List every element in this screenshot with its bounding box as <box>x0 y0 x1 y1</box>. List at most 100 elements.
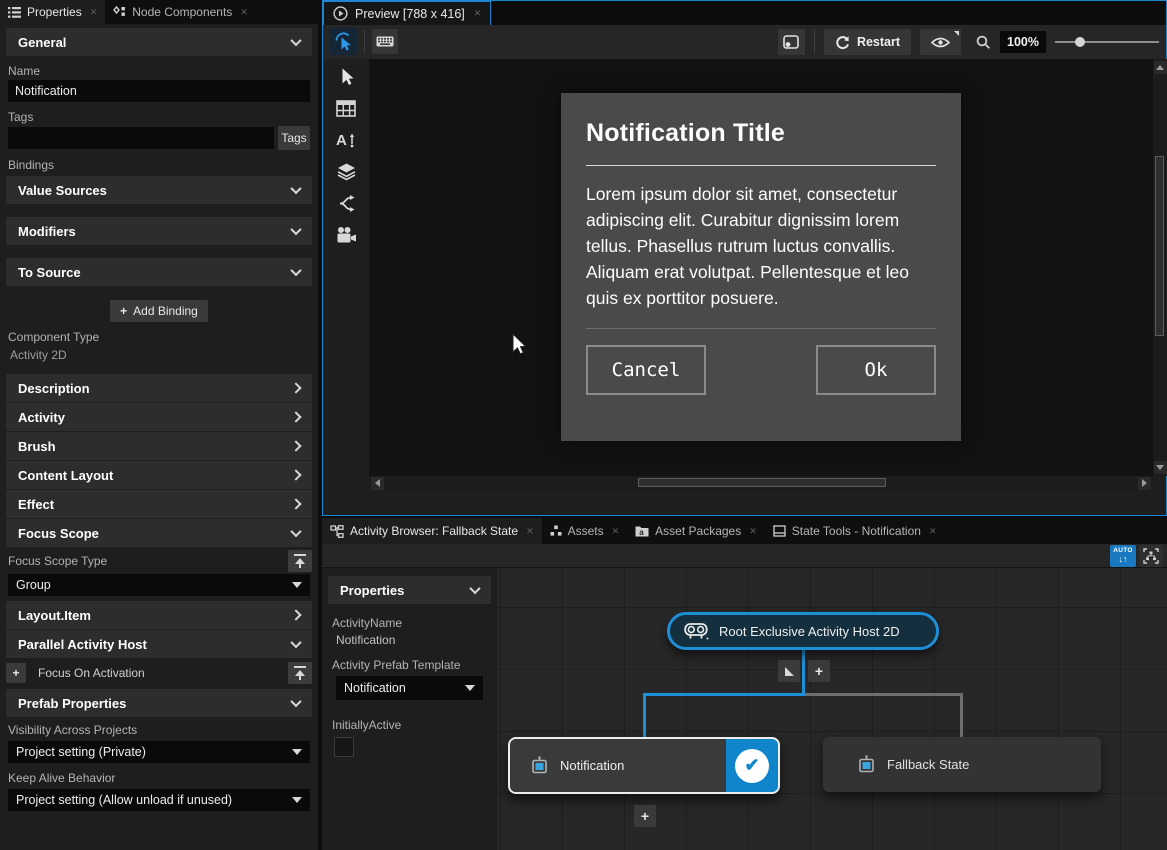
tab-activity-browser[interactable]: Activity Browser: Fallback State ✕ <box>322 518 542 544</box>
present-on-screen-button[interactable] <box>778 29 805 55</box>
activity-host-icon <box>684 622 710 641</box>
layers-tool-button[interactable] <box>336 162 357 181</box>
properties-panel: Properties ✕ Node Components ✕ General N… <box>0 0 318 850</box>
camera-icon <box>336 226 357 244</box>
keep-alive-dropdown[interactable]: Project setting (Allow unload if unused) <box>8 789 310 811</box>
section-content-layout[interactable]: Content Layout <box>6 461 312 489</box>
scroll-up-button[interactable] <box>1154 61 1167 74</box>
auto-arrange-button[interactable]: AUTO ↓↑ <box>1110 545 1136 567</box>
initially-active-checkbox[interactable] <box>334 737 354 757</box>
preview-panel: Preview [788 x 416] ✕ Restart <box>322 0 1167 516</box>
node-notification[interactable]: Notification ✔ <box>508 737 780 794</box>
section-general[interactable]: General <box>6 28 312 56</box>
vertical-scroll-thumb[interactable] <box>1155 156 1164 336</box>
activity-node-icon <box>530 756 549 775</box>
close-icon[interactable]: ✕ <box>240 7 248 18</box>
content-layout-label: Content Layout <box>18 468 113 483</box>
edge-to-fallback <box>805 693 963 696</box>
focus-scope-type-dropdown[interactable]: Group <box>8 574 310 596</box>
select-tool-button[interactable] <box>336 67 356 87</box>
grid-icon <box>336 100 356 117</box>
close-icon[interactable]: ✕ <box>749 526 757 537</box>
collapse-children-button[interactable] <box>778 660 800 682</box>
tab-asset-packages[interactable]: a Asset Packages ✕ <box>627 518 765 544</box>
layers-icon <box>336 162 357 181</box>
dialog-title-divider <box>586 165 936 166</box>
tab-assets[interactable]: Assets ✕ <box>542 518 628 544</box>
close-icon[interactable]: ✕ <box>474 8 482 19</box>
add-child-activity-button[interactable]: + <box>808 660 830 682</box>
chevron-right-icon <box>290 440 301 451</box>
prefab-template-dropdown[interactable]: Notification <box>336 676 483 700</box>
focus-scope-type-value: Group <box>16 578 51 592</box>
upload-arrow-icon <box>294 666 306 680</box>
revert-to-default-button[interactable] <box>288 662 312 684</box>
close-icon[interactable]: ✕ <box>90 7 98 18</box>
tab-properties[interactable]: Properties ✕ <box>0 0 105 24</box>
section-layout-item[interactable]: Layout.Item <box>6 601 312 629</box>
section-parallel-activity-host[interactable]: Parallel Activity Host <box>6 630 312 658</box>
slider-thumb[interactable] <box>1075 37 1085 47</box>
activity-graph[interactable]: Root Exclusive Activity Host 2D + Notifi… <box>497 568 1167 850</box>
virtual-keyboard-button[interactable] <box>372 29 398 54</box>
vertical-scrollbar[interactable] <box>1153 59 1167 476</box>
fit-to-view-button[interactable] <box>1139 545 1163 567</box>
section-activity-properties[interactable]: Properties <box>328 576 491 604</box>
bindings-label: Bindings <box>8 158 310 172</box>
section-modifiers[interactable]: Modifiers <box>6 217 312 245</box>
section-brush[interactable]: Brush <box>6 432 312 460</box>
horizontal-scroll-thumb[interactable] <box>638 478 886 487</box>
scroll-down-button[interactable] <box>1154 461 1167 474</box>
add-focus-on-activation-button[interactable]: + <box>6 663 26 683</box>
close-icon[interactable]: ✕ <box>929 526 937 537</box>
close-icon[interactable]: ✕ <box>526 526 534 537</box>
visibility-options-button[interactable] <box>920 29 961 55</box>
visibility-dropdown[interactable]: Project setting (Private) <box>8 741 310 763</box>
section-activity[interactable]: Activity <box>6 403 312 431</box>
scroll-left-button[interactable] <box>371 477 384 490</box>
tab-preview[interactable]: Preview [788 x 416] ✕ <box>323 1 491 25</box>
chevron-down-icon <box>290 265 301 276</box>
scroll-right-button[interactable] <box>1138 477 1151 490</box>
restart-icon <box>835 35 850 50</box>
section-description[interactable]: Description <box>6 374 312 402</box>
activity-properties-subpanel: Properties ActivityName Notification Act… <box>322 568 497 850</box>
section-effect[interactable]: Effect <box>6 490 312 518</box>
edge-root <box>802 648 805 696</box>
node-root-activity-host[interactable]: Root Exclusive Activity Host 2D <box>667 612 939 650</box>
ok-button[interactable]: Ok <box>816 345 936 395</box>
interact-tool-button[interactable] <box>330 28 357 55</box>
branch-tool-button[interactable] <box>337 194 356 213</box>
tab-state-tools[interactable]: State Tools - Notification ✕ <box>765 518 945 544</box>
add-child-activity-button[interactable]: + <box>634 805 656 827</box>
zoom-slider[interactable] <box>1055 30 1159 54</box>
preview-canvas[interactable]: Notification Title Lorem ipsum dolor sit… <box>369 59 1153 476</box>
activity-browser-icon <box>330 525 344 538</box>
tab-node-components[interactable]: Node Components ✕ <box>105 0 256 24</box>
tags-input[interactable] <box>8 127 274 149</box>
section-to-source[interactable]: To Source <box>6 258 312 286</box>
font-tool-icon: A <box>335 130 357 149</box>
text-tool-button[interactable]: A <box>335 130 357 149</box>
grid-tool-button[interactable] <box>336 100 356 117</box>
chevron-right-icon <box>290 469 301 480</box>
restart-button[interactable]: Restart <box>824 29 911 55</box>
horizontal-scrollbar[interactable] <box>369 476 1153 490</box>
svg-text:A: A <box>336 132 347 149</box>
revert-to-default-button[interactable] <box>288 550 312 572</box>
cancel-button[interactable]: Cancel <box>586 345 706 395</box>
asset-packages-icon: a <box>635 525 649 537</box>
zoom-level-value[interactable]: 100% <box>1000 31 1046 53</box>
close-icon[interactable]: ✕ <box>612 526 620 537</box>
upload-arrow-icon <box>294 554 306 568</box>
name-input[interactable]: Notification <box>8 80 310 102</box>
tags-button[interactable]: Tags <box>278 126 310 150</box>
camera-tool-button[interactable] <box>336 226 357 244</box>
node-fallback-state[interactable]: Fallback State <box>823 737 1101 792</box>
section-value-sources[interactable]: Value Sources <box>6 176 312 204</box>
section-prefab-properties[interactable]: Prefab Properties <box>6 689 312 717</box>
add-binding-button[interactable]: + Add Binding <box>110 300 208 322</box>
section-focus-scope[interactable]: Focus Scope <box>6 519 312 547</box>
layout-item-label: Layout.Item <box>18 608 91 623</box>
left-tabbar: Properties ✕ Node Components ✕ <box>0 0 318 24</box>
